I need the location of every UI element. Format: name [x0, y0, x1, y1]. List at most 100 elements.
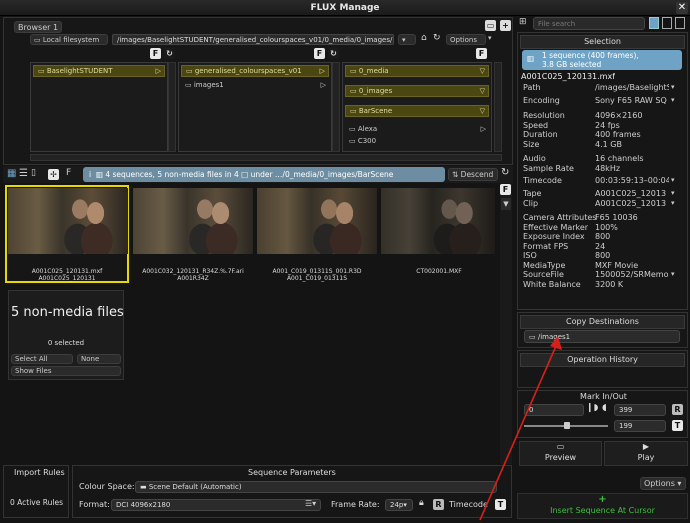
prop-value: 00:03:59:13–00:04 — [595, 176, 669, 185]
column-scrollbar[interactable] — [168, 62, 176, 152]
prop-value: F65 10036 — [595, 213, 638, 222]
more-icon[interactable]: ▾ — [671, 83, 675, 91]
list-item-alexa[interactable]: ▭ Alexa ▷ — [345, 123, 489, 135]
folder-generalised-colourspaces[interactable]: ▭ generalised_colourspaces_v01 ▷ — [181, 65, 329, 77]
horizontal-scrollbar[interactable] — [30, 154, 502, 161]
file-search-input[interactable]: File search — [533, 17, 645, 30]
show-files-button[interactable]: Show Files — [11, 366, 121, 376]
prop-label: Encoding — [523, 96, 560, 105]
duration-reset-icon[interactable]: T — [672, 420, 683, 431]
list-view-icon[interactable]: ☰ — [19, 168, 28, 179]
thumbnail-item[interactable]: CT002001.MXF — [379, 185, 499, 283]
mark-out-field[interactable]: 399 — [614, 404, 666, 416]
chevron-down-icon: ▽ — [479, 67, 485, 75]
frame-rate-reset-icon[interactable]: R — [433, 499, 444, 510]
sort-order-button[interactable]: ⇅ Descend — [448, 168, 498, 181]
folder-barscene[interactable]: ▭ BarScene ▽ — [345, 105, 489, 117]
more-icon[interactable]: ▾ — [671, 199, 675, 207]
column-scrollbar[interactable] — [332, 62, 340, 152]
close-button[interactable]: ✕ — [676, 2, 688, 14]
filter-icon[interactable]: F — [476, 48, 487, 59]
options-dropdown[interactable]: Options — [446, 34, 486, 45]
filesystem-dropdown[interactable]: ▭ Local filesystem — [30, 34, 108, 45]
mark-in-icon[interactable]: ❙◗ — [586, 403, 598, 413]
none-button[interactable]: None — [77, 354, 121, 364]
play-icon: ▶ — [642, 442, 650, 451]
nonmedia-selected: 0 selected — [47, 339, 85, 347]
prop-label: Camera Attributes — [523, 213, 597, 222]
folder-label: 0_images — [358, 87, 393, 95]
selection-summary-line1: 1 sequence (400 frames), — [542, 51, 639, 60]
thumbnail-subname: A001C025_120131 — [38, 275, 96, 282]
folder-icon[interactable]: ▭ — [485, 20, 496, 31]
options-button[interactable]: Options ▾ — [640, 477, 686, 490]
prop-label: MediaType — [523, 260, 566, 270]
tab-browser-1[interactable]: Browser 1 — [14, 21, 63, 33]
chevron-right-icon: ▷ — [319, 67, 325, 75]
folder-0-media[interactable]: ▭ 0_media ▽ — [345, 65, 489, 77]
options-chevron-icon: ▾ — [488, 34, 492, 42]
column-scrollbar[interactable] — [494, 62, 502, 152]
active-rules-count[interactable]: 0 Active Rules — [10, 498, 63, 507]
thumbnail-item[interactable]: A001C032_120131_R34Z.%.7F.ari A001R34Z — [131, 185, 255, 283]
mark-reset-icon[interactable]: R — [672, 404, 683, 415]
refresh-icon[interactable]: ↻ — [501, 167, 509, 178]
folder-icon: ▭ — [350, 67, 359, 75]
mark-out-icon[interactable]: ◖ — [602, 403, 607, 413]
folder-0-images[interactable]: ▭ 0_images ▽ — [345, 85, 489, 97]
options-label: Options — [644, 479, 675, 488]
browser-column-3: ▭ 0_media ▽ ▭ 0_images ▽ ▭ BarScene ▽ ▭ Ale… — [342, 62, 492, 152]
prop-value: 16 channels — [595, 154, 644, 163]
grid-view-icon[interactable]: ▦ — [7, 168, 16, 179]
refresh-icon[interactable]: ↻ — [328, 48, 339, 59]
filter-icon[interactable]: F — [150, 48, 161, 59]
sequence-parameters-panel: Sequence Parameters Colour Space: ▬ Scen… — [72, 465, 512, 518]
path-dropdown[interactable]: ▾ — [398, 34, 416, 45]
more-icon[interactable]: ▾ — [671, 189, 675, 197]
document-icon[interactable]: ▯ — [31, 168, 36, 178]
refresh-icon[interactable]: ↻ — [164, 48, 175, 59]
folder-icon: ▭ — [186, 67, 195, 75]
more-icon[interactable]: ▾ — [671, 96, 675, 104]
thumbnail-subname: A001_C019_01311S — [286, 275, 348, 282]
film-icon: ▥ — [95, 170, 106, 179]
format-dropdown[interactable]: DCI 4096x2180 — [111, 499, 321, 511]
layout-triple-icon[interactable] — [675, 17, 685, 29]
more-icon[interactable]: ▾ — [671, 270, 675, 278]
prop-label: Resolution — [523, 111, 565, 120]
list-item-c300[interactable]: ▭ C300 — [345, 135, 489, 147]
tools-icon[interactable]: ✢ — [48, 169, 59, 180]
colour-space-dropdown[interactable]: ▬ Scene Default (Automatic) — [135, 481, 497, 493]
prop-value: /images/BaselightS — [595, 83, 669, 92]
thumbnail-filename: A001C025_120131.mxf — [31, 268, 103, 275]
add-icon[interactable]: + — [500, 20, 511, 31]
filter-toolbar-icon[interactable]: F — [66, 168, 71, 178]
layout-single-icon[interactable] — [649, 17, 659, 29]
thumbnail-filename: CT002001.MXF — [416, 268, 462, 275]
refresh-path-icon[interactable]: ↻ — [433, 33, 441, 43]
select-all-button[interactable]: Select All — [11, 354, 73, 364]
scroll-down-icon[interactable]: ▼ — [501, 198, 511, 210]
prop-value: 24 fps — [595, 120, 620, 130]
format-list-icon[interactable]: ☰▾ — [305, 499, 316, 508]
prop-value: 3200 K — [595, 279, 624, 289]
thumbnail-item[interactable]: A001_C019_01311S_001.R3D A001_C019_01311… — [255, 185, 379, 283]
filter-icon[interactable]: F — [314, 48, 325, 59]
grid-menu-icon[interactable]: ⊞ — [519, 17, 527, 27]
filter-icon[interactable]: F — [500, 184, 511, 195]
browser-column-1: ▭ BaselightSTUDENT ▷ — [30, 62, 168, 152]
list-item-images1[interactable]: ▭ images1 ▷ — [181, 79, 329, 91]
duration-field[interactable]: 199 — [614, 420, 666, 432]
thumbnail-item[interactable]: A001C025_120131.mxf A001C025_120131 — [5, 185, 129, 283]
layout-double-icon[interactable] — [662, 17, 672, 29]
folder-baselightstudent[interactable]: ▭ BaselightSTUDENT ▷ — [33, 65, 165, 77]
more-icon[interactable]: ▾ — [671, 176, 675, 184]
home-icon[interactable]: ⌂ — [421, 33, 427, 43]
lock-icon[interactable]: 🔒︎ — [419, 498, 424, 508]
chevron-right-icon: ▷ — [320, 81, 326, 89]
frame-rate-dropdown[interactable]: 24p▾ — [385, 499, 413, 511]
play-button[interactable]: ▶ Play — [604, 441, 688, 466]
prop-label: Format FPS — [523, 241, 569, 251]
path-field[interactable]: /images/BaselightSTUDENT/generalised_col… — [112, 34, 394, 45]
selection-panel: Selection ▥ 1 sequence (400 frames), 3.8… — [517, 32, 688, 310]
